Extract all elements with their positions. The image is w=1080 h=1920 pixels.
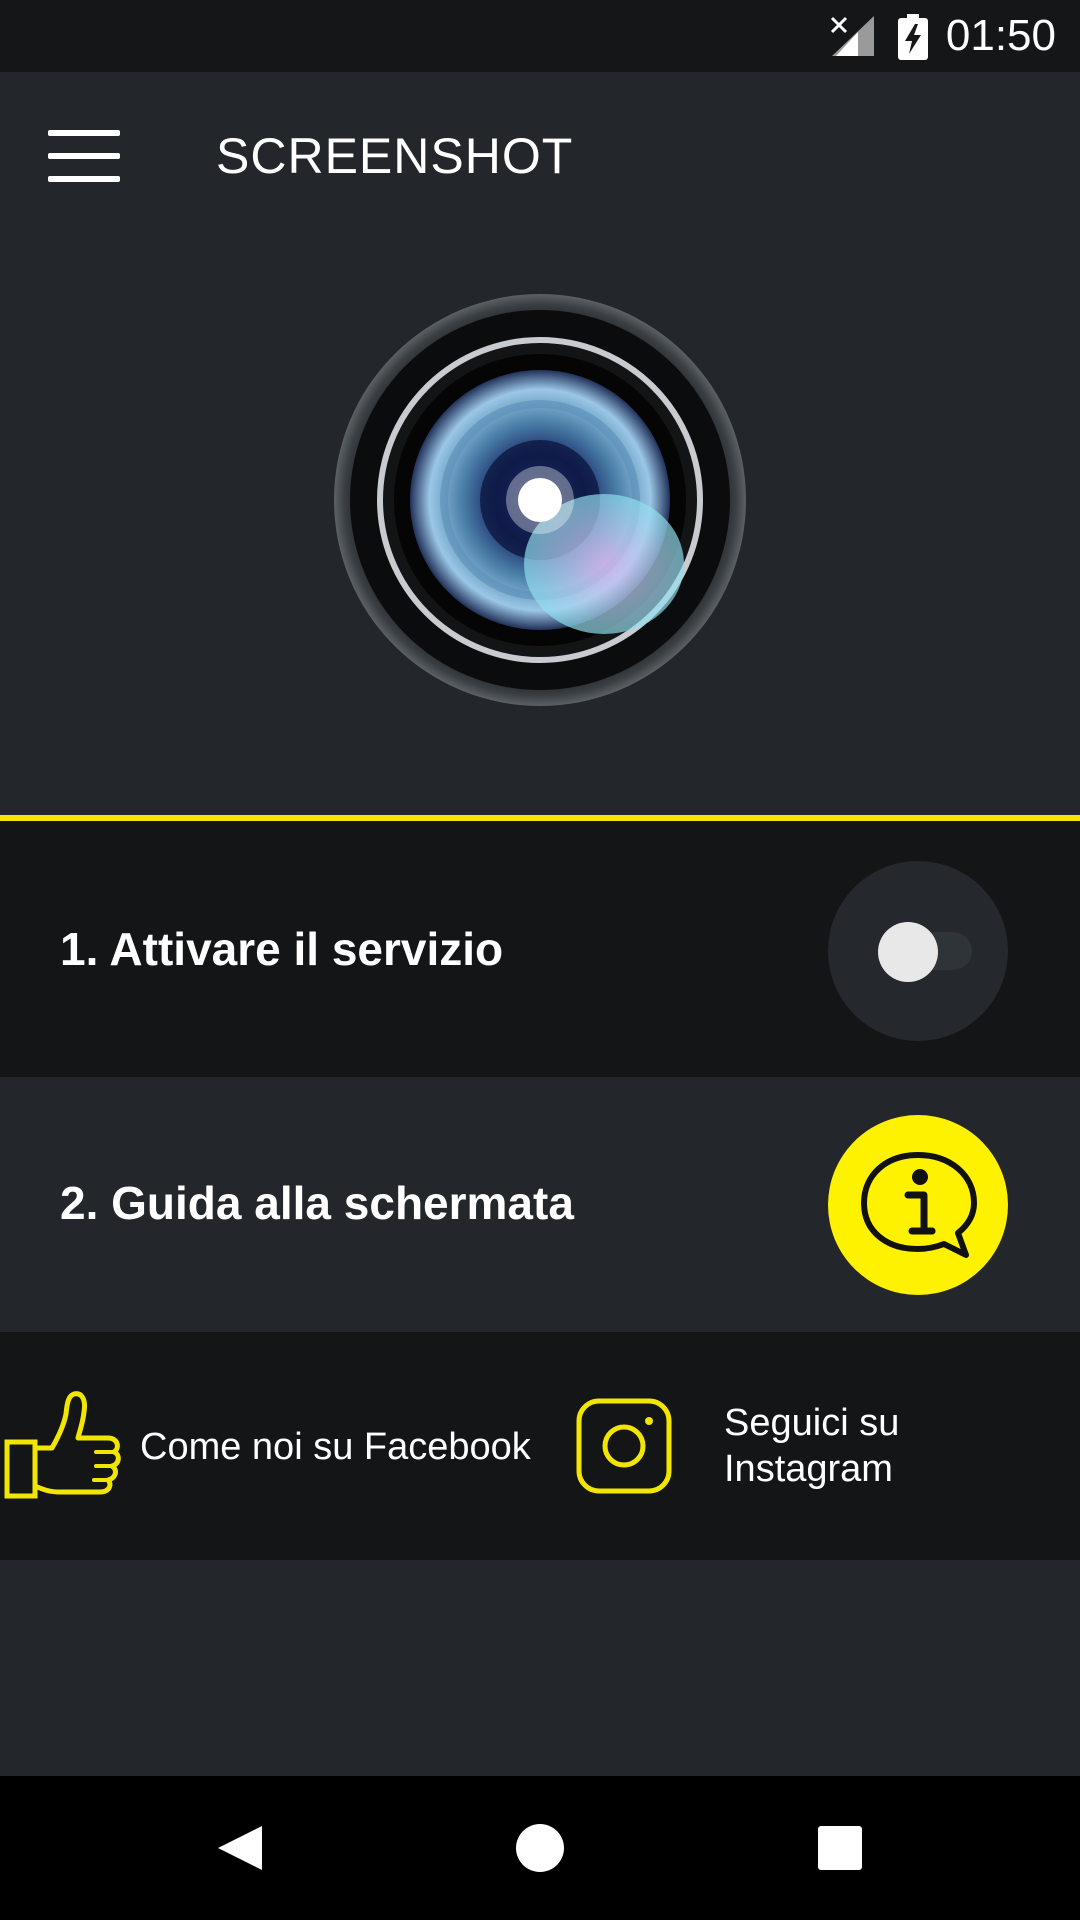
back-icon[interactable] <box>190 1798 290 1898</box>
menu-bar-line <box>48 176 120 182</box>
facebook-link[interactable]: Come noi su Facebook <box>0 1332 560 1560</box>
instagram-label: Seguici su Instagram <box>724 1400 1024 1492</box>
service-toggle[interactable] <box>828 861 1008 1041</box>
camera-lens-image <box>334 294 746 706</box>
home-icon[interactable] <box>490 1798 590 1898</box>
app-screen: 01:50 SCREENSHOT 1. Attivare il servizio… <box>0 0 1080 1920</box>
signal-off-icon <box>830 16 874 56</box>
instagram-label-line: Instagram <box>724 1448 893 1490</box>
empty-area <box>0 1560 1080 1776</box>
toggle-thumb <box>878 922 938 982</box>
instagram-label-line: Seguici su <box>724 1402 900 1444</box>
social-links: Come noi su Facebook Seguici su Instagra… <box>0 1332 1080 1560</box>
page-title: SCREENSHOT <box>216 128 574 184</box>
step-activate-service: 1. Attivare il servizio <box>0 821 1080 1077</box>
facebook-label: Come noi su Facebook <box>140 1426 531 1468</box>
menu-bar-line <box>48 153 120 159</box>
hero-section <box>0 242 1080 815</box>
clock: 01:50 <box>945 11 1056 60</box>
menu-bar-line <box>48 130 120 136</box>
thumbs-up-icon <box>4 1391 121 1499</box>
status-bar: 01:50 <box>0 0 1080 72</box>
recents-icon[interactable] <box>790 1798 890 1898</box>
step-label: 2. Guida alla schermata <box>60 1177 574 1229</box>
instagram-link[interactable]: Seguici su Instagram <box>560 1332 1080 1560</box>
hamburger-menu-icon[interactable] <box>40 120 130 192</box>
system-nav-bar <box>0 1776 1080 1920</box>
instagram-icon <box>576 1398 672 1494</box>
guide-info-button[interactable] <box>828 1115 1008 1295</box>
app-bar: SCREENSHOT <box>0 72 1080 242</box>
battery-charging-icon <box>898 14 928 60</box>
step-label: 1. Attivare il servizio <box>60 923 504 975</box>
step-screen-guide: 2. Guida alla schermata <box>0 1077 1080 1332</box>
info-chat-icon <box>861 1152 977 1258</box>
